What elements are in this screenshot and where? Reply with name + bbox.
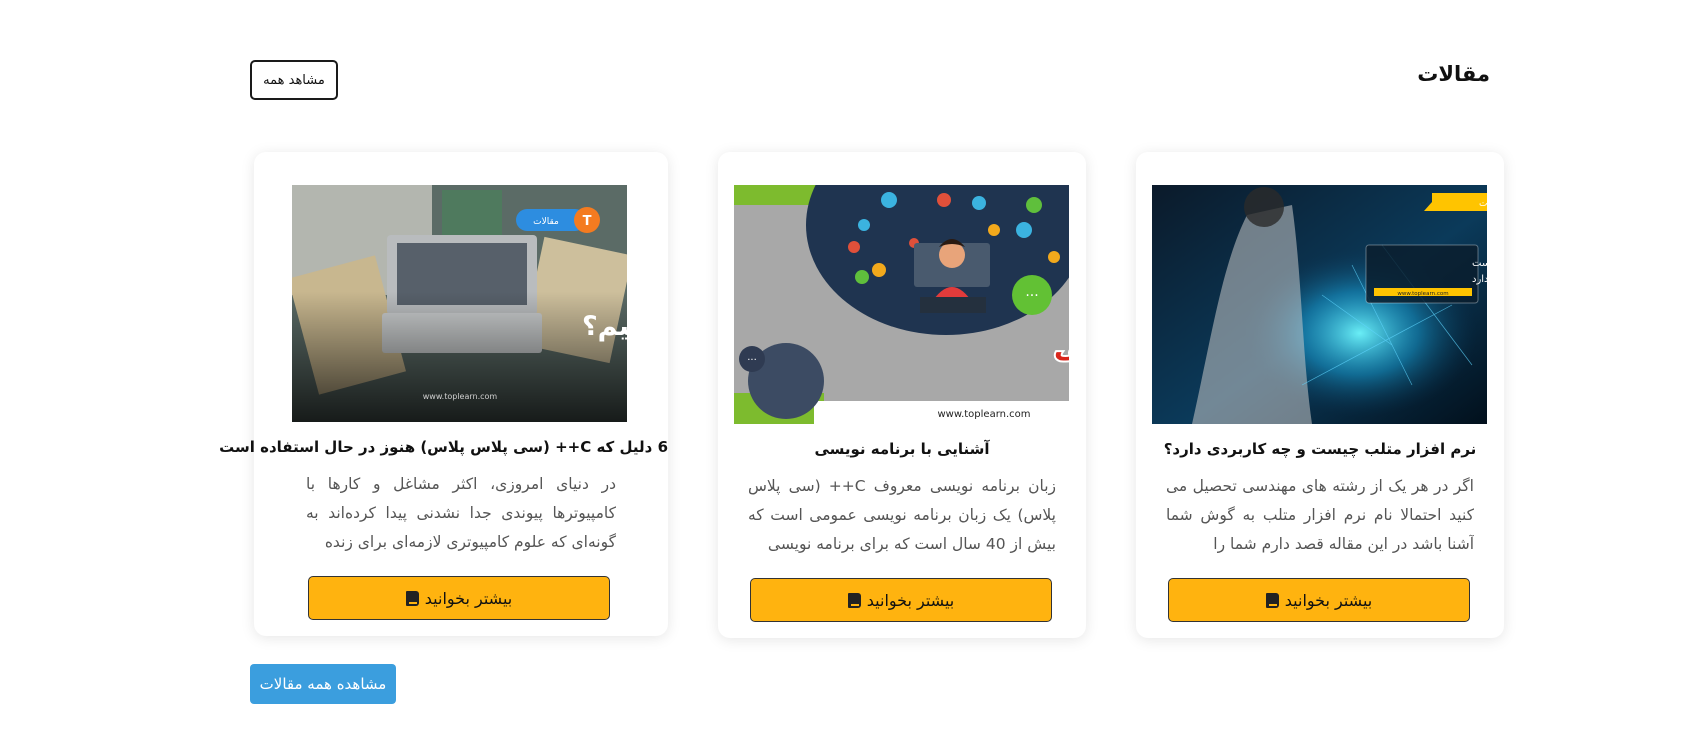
article-excerpt: در دنیای امروزی، اکثر مشاغل و کارها با ک… xyxy=(306,475,616,551)
article-thumbnail[interactable]: ··· ··· آشنایی با برنامه‌نویسی www.tople… xyxy=(734,185,1069,424)
view-all-button[interactable]: مشاهد همه xyxy=(250,60,338,100)
book-icon xyxy=(405,590,419,606)
read-more-button[interactable]: بیشتر بخوانید xyxy=(308,576,610,620)
read-more-button[interactable]: بیشتر بخوانید xyxy=(750,578,1052,622)
thumbnail-badge: مقالات xyxy=(1479,199,1487,209)
thumbnail-badge: مقالات xyxy=(533,217,559,227)
thumbnail-headline: چگونه آموزش ببینیم؟ xyxy=(582,309,627,342)
article-excerpt: اگر در هر یک از رشته های مهندسی تحصیل می… xyxy=(1166,477,1474,553)
book-icon xyxy=(1265,592,1279,608)
article-title[interactable]: 6 دلیل که C++ (سی پلاس پلاس) هنوز در حال… xyxy=(219,438,668,456)
article-card: ··· ··· آشنایی با برنامه‌نویسی www.tople… xyxy=(718,152,1086,638)
thumbnail-site: www.toplearn.com xyxy=(423,392,498,401)
read-more-label: بیشتر بخوانید xyxy=(424,588,513,608)
read-more-label: بیشتر بخوانید xyxy=(866,590,955,610)
thumbnail-headline: نرم افزار متلب چیست xyxy=(1472,258,1487,269)
thumbnail-site: www.toplearn.com xyxy=(1397,291,1448,297)
book-icon xyxy=(847,592,861,608)
thumbnail-site: www.toplearn.com xyxy=(937,409,1030,420)
article-title[interactable]: آشنایی با برنامه نویسی xyxy=(718,440,1086,458)
article-card: نرم افزار متلب چیست و چه کاربردی دارد ww… xyxy=(1136,152,1504,638)
svg-text:T: T xyxy=(583,214,592,229)
article-card: مقالات T چگونه آموزش ببینیم؟ www.toplear… xyxy=(219,152,668,636)
thumbnail-headline: آشنایی با برنامه‌نویسی xyxy=(1054,330,1069,364)
section-title: مقالات xyxy=(1417,62,1490,86)
article-title[interactable]: نرم افزار متلب چیست و چه کاربردی دارد؟ xyxy=(1136,440,1504,458)
article-excerpt: زبان برنامه نویسی معروف C++ (سی پلاس پلا… xyxy=(748,477,1056,553)
svg-text:···: ··· xyxy=(747,355,757,366)
view-all-articles-button[interactable]: مشاهده همه مقالات xyxy=(250,664,396,704)
article-thumbnail[interactable]: مقالات T چگونه آموزش ببینیم؟ www.toplear… xyxy=(292,185,627,422)
read-more-button[interactable]: بیشتر بخوانید xyxy=(1168,578,1470,622)
thumbnail-headline: و چه کاربردی دارد xyxy=(1472,274,1487,285)
svg-text:···: ··· xyxy=(1025,288,1038,304)
article-thumbnail[interactable]: نرم افزار متلب چیست و چه کاربردی دارد ww… xyxy=(1152,185,1487,424)
read-more-label: بیشتر بخوانید xyxy=(1284,590,1373,610)
